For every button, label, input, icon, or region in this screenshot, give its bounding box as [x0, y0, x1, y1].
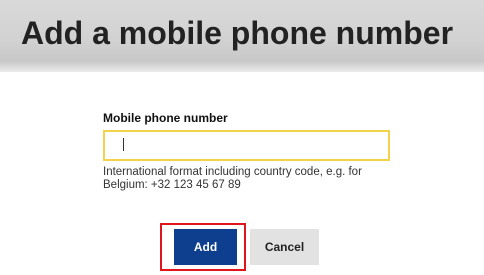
cancel-button[interactable]: Cancel — [250, 229, 319, 265]
page-title: Add a mobile phone number — [21, 15, 454, 51]
phone-help-text: International format including country c… — [103, 166, 362, 191]
page-header: Add a mobile phone number — [0, 0, 484, 72]
phone-number-input[interactable] — [103, 130, 390, 161]
add-button[interactable]: Add — [174, 229, 237, 265]
phone-label: Mobile phone number — [103, 111, 228, 125]
text-cursor — [123, 138, 124, 151]
